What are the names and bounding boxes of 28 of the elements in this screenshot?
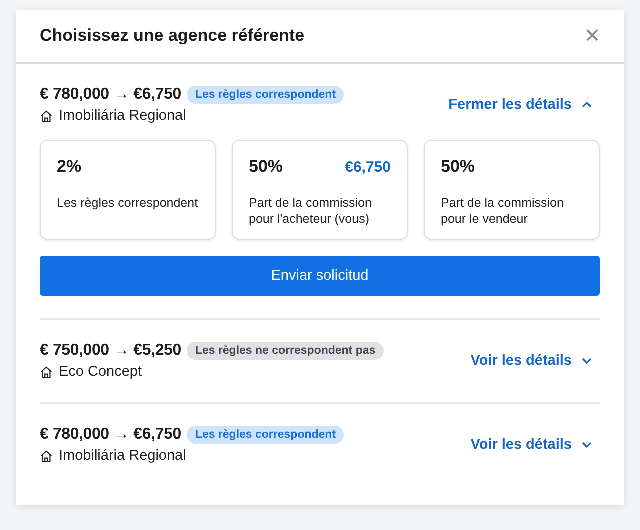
status-badge: Les règles ne correspondent pas: [187, 342, 384, 360]
chevron-icon: [582, 102, 592, 108]
status-badge: Les règles correspondent: [187, 426, 344, 444]
card-label: Les règles correspondent: [57, 195, 199, 211]
price-amount: € 780,000 → €6,750: [40, 426, 182, 444]
status-badge: Les règles correspondent: [187, 86, 344, 104]
details-toggle[interactable]: Fermer les détails: [448, 97, 600, 113]
agency-name: Imobiliária Regional: [59, 448, 186, 464]
agency-name: Eco Concept: [59, 364, 142, 380]
house-icon: [40, 450, 53, 462]
close-button[interactable]: ×: [584, 22, 600, 50]
send-request-button[interactable]: Enviar solicitud: [40, 256, 600, 296]
details-toggle[interactable]: Voir les détails: [470, 353, 600, 369]
details-toggle[interactable]: Voir les détails: [470, 437, 600, 453]
percentage: 2%: [57, 157, 82, 177]
price-amount: € 750,000 → €5,250: [40, 342, 182, 360]
chevron-icon: [582, 358, 592, 364]
percentage: 50%: [249, 157, 284, 177]
house-icon: [40, 110, 53, 122]
agency-name: Imobiliária Regional: [59, 108, 186, 124]
card-label: Part de la commission pour le vendeur: [441, 195, 565, 227]
dialog-title: Choisissez une agence référente: [40, 26, 305, 46]
percentage: 50%: [441, 157, 476, 177]
commission-amount: €6,750: [345, 158, 391, 176]
price-amount: € 780,000 → €6,750: [40, 86, 182, 104]
chevron-icon: [582, 442, 592, 448]
card-label: Part de la commission pour l'acheteur (vous): [249, 195, 373, 227]
house-icon: [40, 366, 53, 378]
